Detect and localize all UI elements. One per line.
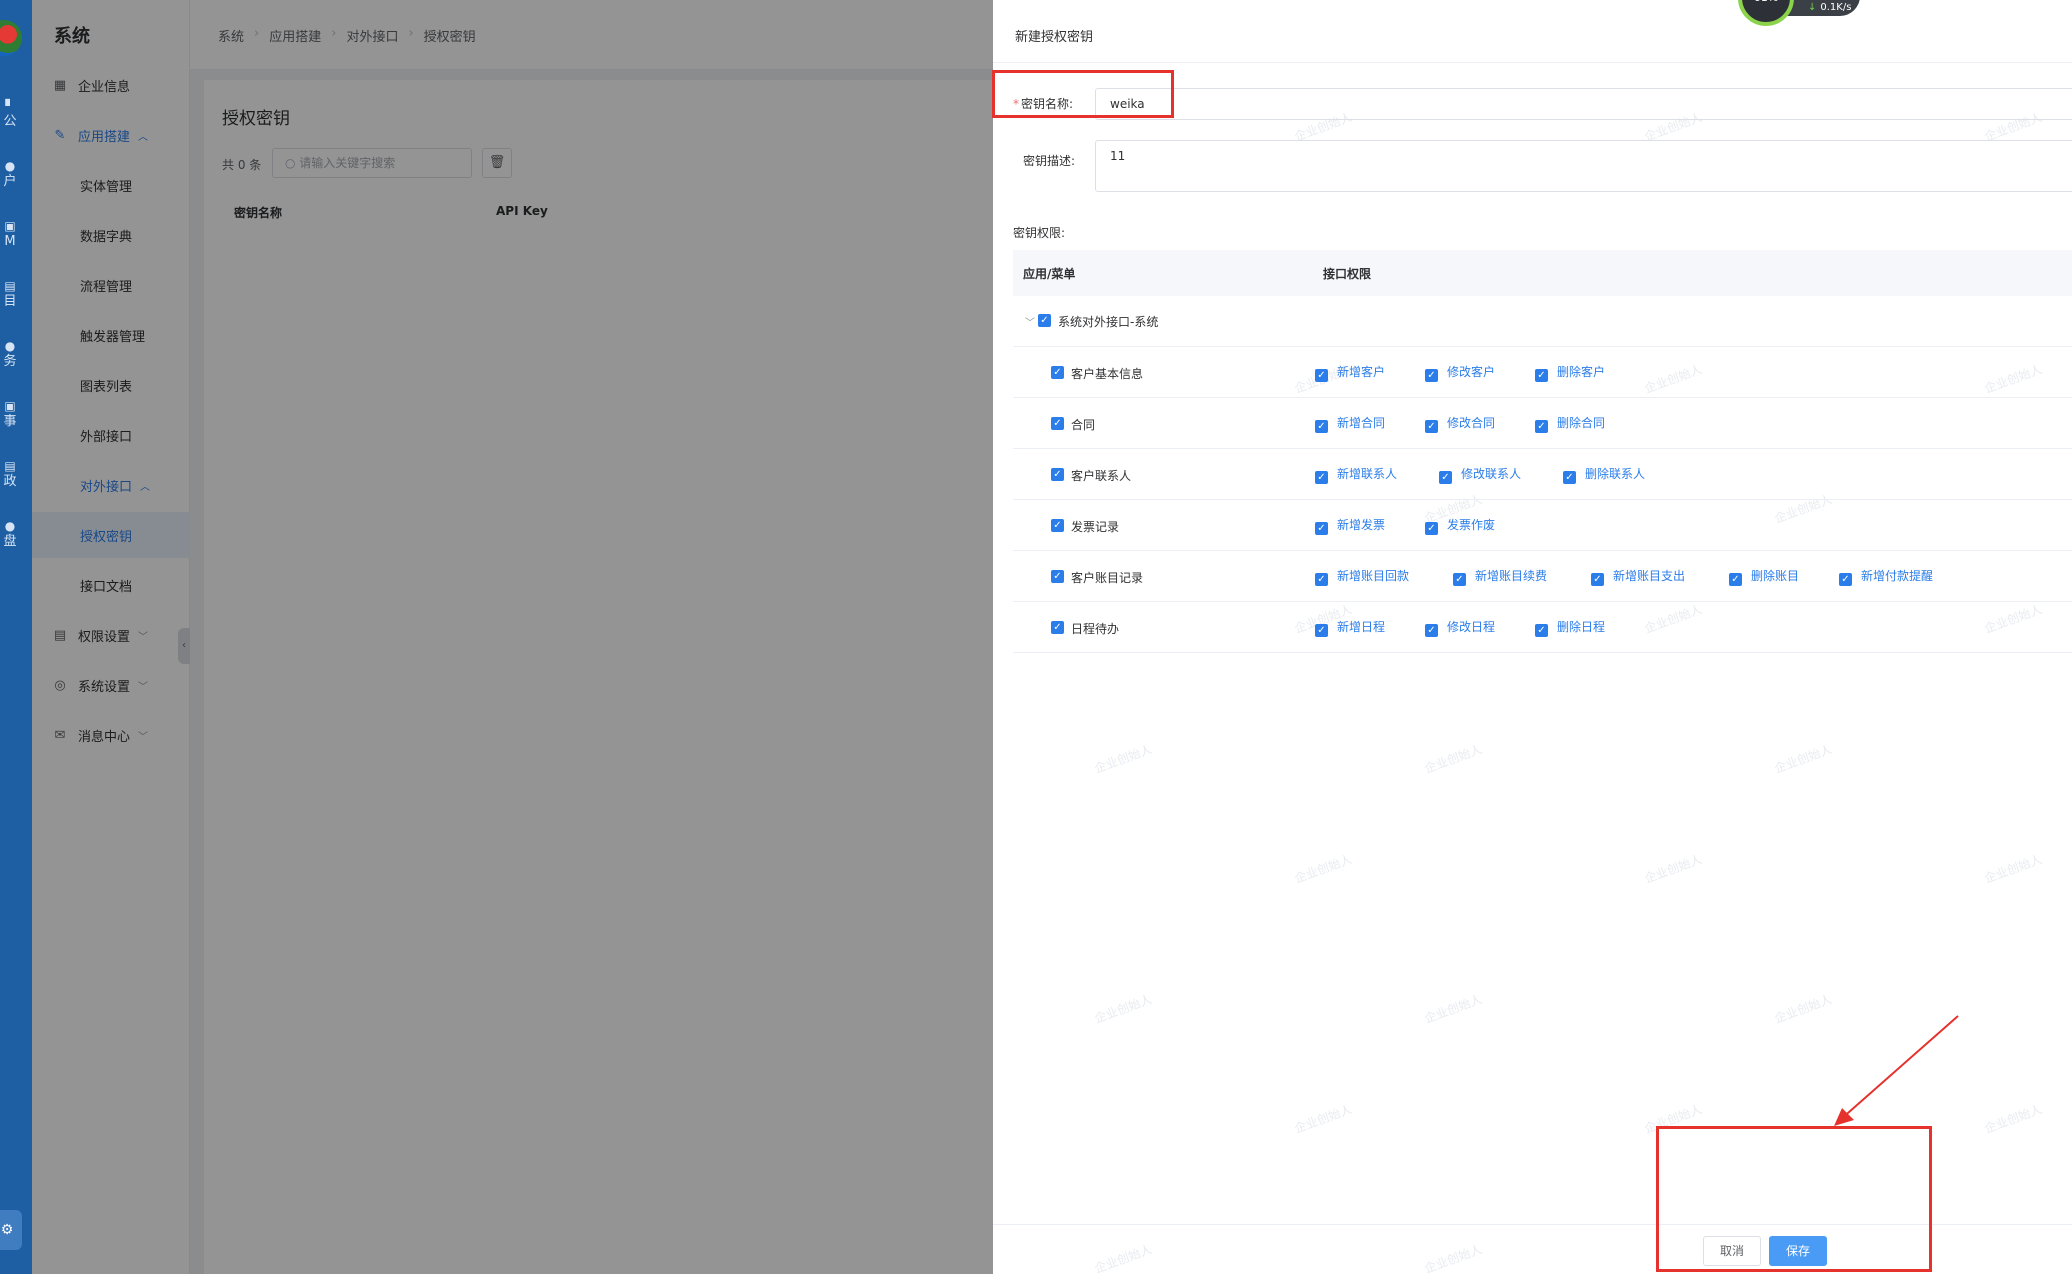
checkbox[interactable]: ✓	[1453, 573, 1466, 586]
checkbox[interactable]: ✓	[1425, 624, 1438, 637]
checkbox[interactable]: ✓	[1315, 369, 1328, 382]
perm-checkbox[interactable]: ✓ 新增发票	[1315, 516, 1385, 535]
checkbox[interactable]: ✓	[1535, 369, 1548, 382]
checkbox[interactable]: ✓	[1038, 314, 1051, 327]
column-header-perm: 接口权限	[1323, 267, 1372, 281]
checkbox[interactable]: ✓	[1425, 369, 1438, 382]
perm-checkbox[interactable]: ✓ 新增账目续费	[1453, 567, 1547, 586]
watermark: 企业创始人	[1422, 742, 1484, 776]
perm-row: ✓ 客户基本信息 ✓ 新增客户 ✓ 修改客户 ✓ 删除客户	[1013, 347, 2072, 398]
rail-item[interactable]: ● 户	[0, 158, 20, 190]
checkbox[interactable]: ✓	[1315, 471, 1328, 484]
perm-table-header: 应用/菜单 接口权限	[1013, 250, 2072, 296]
watermark: 企业创始人	[1422, 992, 1484, 1026]
annotation-box-buttons	[1656, 1126, 1932, 1272]
watermark: 企业创始人	[1642, 852, 1704, 886]
checkbox[interactable]: ✓	[1425, 522, 1438, 535]
perm-row: ✓ 发票记录 ✓ 新增发票 ✓ 发票作废	[1013, 500, 2072, 551]
checkbox[interactable]: ✓	[1839, 573, 1852, 586]
perm-checkbox[interactable]: ✓ 新增付款提醒	[1839, 567, 1933, 586]
settings-gear-icon[interactable]: ⚙	[0, 1210, 22, 1250]
rail-item[interactable]: ▣ M	[0, 218, 20, 250]
rail-item[interactable]: ● 盘	[0, 518, 20, 550]
perm-checkbox[interactable]: ✓ 新增日程	[1315, 618, 1385, 637]
watermark: 企业创始人	[1982, 1102, 2044, 1136]
watermark: 企业创始人	[1982, 852, 2044, 886]
watermark: 企业创始人	[1422, 1242, 1484, 1274]
key-desc-textarea[interactable]: 11	[1095, 140, 2072, 192]
checkbox[interactable]: ✓	[1535, 420, 1548, 433]
perm-row-label: 发票记录	[1071, 520, 1120, 534]
perm-checkbox[interactable]: ✓ 删除联系人	[1563, 465, 1645, 484]
perm-checkbox[interactable]: ✓ 删除客户	[1535, 363, 1605, 382]
checkbox[interactable]: ✓	[1729, 573, 1742, 586]
key-desc-label: 密钥描述:	[1023, 154, 1076, 168]
annotation-box-name	[992, 70, 1174, 118]
perm-row: ✓ 合同 ✓ 新增合同 ✓ 修改合同 ✓ 删除合同	[1013, 398, 2072, 449]
app-root: ▘ 公 ● 户 ▣ M ▤ 目 ● 务 ▣ 事 ▤ 政 ● 盘 ⚙ 系统 ▦ 企业信息 ✎ 应用搭建…	[0, 0, 2072, 1274]
rail-item[interactable]: ▣ 事	[0, 398, 20, 430]
chevron-down-icon[interactable]: ﹀	[1025, 314, 1035, 329]
key-name-input[interactable]: weika	[1095, 88, 2072, 120]
perm-row-label: 客户联系人	[1071, 469, 1132, 483]
checkbox[interactable]: ✓	[1051, 417, 1064, 430]
rail-item[interactable]: ▤ 政	[0, 458, 20, 490]
perm-checkbox[interactable]: ✓ 新增联系人	[1315, 465, 1397, 484]
perm-checkbox[interactable]: ✓ 新增账目支出	[1591, 567, 1685, 586]
checkbox[interactable]: ✓	[1439, 471, 1452, 484]
key-perm-label: 密钥权限:	[1013, 226, 1066, 240]
rail-item[interactable]: ● 务	[0, 338, 20, 370]
checkbox[interactable]: ✓	[1051, 519, 1064, 532]
brand-logo-icon	[0, 20, 22, 56]
perm-checkbox[interactable]: ✓ 删除账目	[1729, 567, 1799, 586]
perm-row-label: 客户基本信息	[1071, 367, 1144, 381]
perm-checkbox[interactable]: ✓ 新增合同	[1315, 414, 1385, 433]
tree-root-row: ﹀ ✓ 系统对外接口-系统	[1013, 296, 2072, 347]
perm-checkbox[interactable]: ✓ 修改日程	[1425, 618, 1495, 637]
divider	[993, 62, 2072, 63]
perm-checkbox[interactable]: ✓ 修改客户	[1425, 363, 1495, 382]
checkbox[interactable]: ✓	[1051, 468, 1064, 481]
annotation-arrow	[1834, 1015, 1959, 1126]
watermark: 企业创始人	[1092, 1242, 1154, 1274]
rail-item[interactable]: ▤ 目	[0, 278, 20, 310]
drawer-title: 新建授权密钥	[1015, 30, 1094, 45]
perm-checkbox[interactable]: ✓ 删除合同	[1535, 414, 1605, 433]
perm-row: ✓ 客户联系人 ✓ 新增联系人 ✓ 修改联系人 ✓ 删除联系人	[1013, 449, 2072, 500]
perm-checkbox[interactable]: ✓ 删除日程	[1535, 618, 1605, 637]
column-header-app: 应用/菜单	[1023, 267, 1076, 281]
rail-item[interactable]: ▘ 公	[0, 98, 20, 130]
app-rail: ▘ 公 ● 户 ▣ M ▤ 目 ● 务 ▣ 事 ▤ 政 ● 盘 ⚙	[0, 0, 32, 1274]
checkbox[interactable]: ✓	[1315, 624, 1328, 637]
perm-row-label: 客户账目记录	[1071, 571, 1144, 585]
checkbox[interactable]: ✓	[1535, 624, 1548, 637]
checkbox[interactable]: ✓	[1051, 570, 1064, 583]
checkbox[interactable]: ✓	[1315, 573, 1328, 586]
watermark: 企业创始人	[1092, 742, 1154, 776]
perm-row-label: 合同	[1071, 418, 1096, 432]
checkbox[interactable]: ✓	[1051, 366, 1064, 379]
checkbox[interactable]: ✓	[1315, 522, 1328, 535]
tree-root-label: 系统对外接口-系统	[1058, 315, 1159, 329]
perm-checkbox[interactable]: ✓ 修改联系人	[1439, 465, 1521, 484]
watermark: 企业创始人	[1292, 852, 1354, 886]
watermark: 企业创始人	[1092, 992, 1154, 1026]
checkbox[interactable]: ✓	[1563, 471, 1576, 484]
watermark: 企业创始人	[1292, 1102, 1354, 1136]
network-speed: ↓ 0.1K/s	[1808, 2, 1852, 13]
checkbox[interactable]: ✓	[1591, 573, 1604, 586]
checkbox[interactable]: ✓	[1425, 420, 1438, 433]
perm-row: ✓ 日程待办 ✓ 新增日程 ✓ 修改日程 ✓ 删除日程	[1013, 602, 2072, 653]
perm-row-label: 日程待办	[1071, 622, 1120, 636]
perm-checkbox[interactable]: ✓ 新增客户	[1315, 363, 1385, 382]
arrow-down-icon: ↓	[1808, 2, 1817, 13]
checkbox[interactable]: ✓	[1051, 621, 1064, 634]
perm-checkbox[interactable]: ✓ 新增账目回款	[1315, 567, 1409, 586]
watermark: 企业创始人	[1772, 742, 1834, 776]
checkbox[interactable]: ✓	[1315, 420, 1328, 433]
perm-checkbox[interactable]: ✓ 修改合同	[1425, 414, 1495, 433]
modal-mask[interactable]	[32, 0, 993, 1274]
perm-checkbox[interactable]: ✓ 发票作废	[1425, 516, 1495, 535]
perm-row: ✓ 客户账目记录 ✓ 新增账目回款 ✓ 新增账目续费 ✓ 新增账目支出 ✓ 删除账目 ✓…	[1013, 551, 2072, 602]
